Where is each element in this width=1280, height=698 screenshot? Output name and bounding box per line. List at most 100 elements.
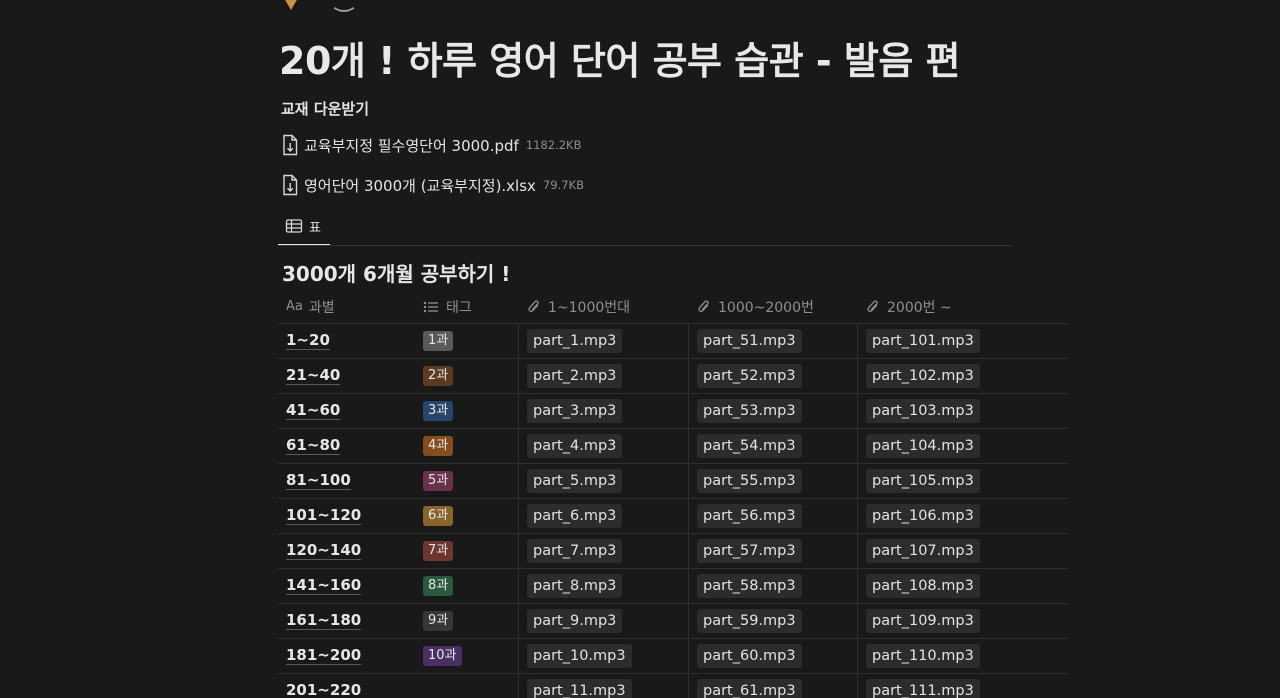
table-row[interactable]: 21~40 2과 part_2.mp3 part_52.mp3 part_102.mp3 [278, 359, 1067, 394]
audio-file-chip[interactable]: part_4.mp3 [527, 434, 623, 458]
audio-file-chip[interactable]: part_56.mp3 [697, 504, 802, 528]
audio-file-chip[interactable]: part_109.mp3 [866, 609, 980, 633]
audio-file-chip[interactable]: part_9.mp3 [527, 609, 623, 633]
cell-file[interactable]: part_58.mp3 [689, 569, 858, 603]
audio-file-chip[interactable]: part_101.mp3 [866, 329, 980, 353]
cell-file[interactable]: part_55.mp3 [689, 464, 858, 498]
lesson-range[interactable]: 181~200 [286, 647, 362, 665]
table-row[interactable]: 161~180 9과 part_9.mp3 part_59.mp3 part_109.m… [278, 604, 1067, 639]
tab-table-view[interactable]: 표 [278, 213, 330, 246]
cell-file[interactable]: part_56.mp3 [689, 499, 858, 533]
lesson-range[interactable]: 21~40 [286, 367, 341, 385]
cell-tag[interactable]: 2과 [415, 359, 519, 393]
audio-file-chip[interactable]: part_103.mp3 [866, 399, 980, 423]
cell-file[interactable]: part_102.mp3 [858, 359, 1067, 393]
cell-tag[interactable]: 1과 [415, 324, 519, 358]
table-row[interactable]: 141~160 8과 part_8.mp3 part_58.mp3 part_108.m… [278, 569, 1067, 604]
cell-file[interactable]: part_104.mp3 [858, 429, 1067, 463]
cell-file[interactable]: part_52.mp3 [689, 359, 858, 393]
file-name[interactable]: 교육부지정 필수영단어 3000.pdf [304, 135, 519, 156]
page-emoji-icon[interactable] [282, 0, 300, 12]
cell-tag[interactable]: 7과 [415, 534, 519, 568]
audio-file-chip[interactable]: part_51.mp3 [697, 329, 802, 353]
cell-lesson[interactable]: 81~100 [278, 464, 415, 498]
lesson-range[interactable]: 81~100 [286, 472, 351, 490]
audio-file-chip[interactable]: part_1.mp3 [527, 329, 623, 353]
cell-file[interactable]: part_7.mp3 [519, 534, 689, 568]
cell-tag[interactable]: 9과 [415, 604, 519, 638]
audio-file-chip[interactable]: part_6.mp3 [527, 504, 623, 528]
cell-file[interactable]: part_53.mp3 [689, 394, 858, 428]
lesson-range[interactable]: 141~160 [286, 577, 362, 595]
cell-tag[interactable]: 8과 [415, 569, 519, 603]
table-row[interactable]: 1~20 1과 part_1.mp3 part_51.mp3 part_101.mp3 [278, 324, 1067, 359]
cell-file[interactable]: part_54.mp3 [689, 429, 858, 463]
cell-file[interactable]: part_59.mp3 [689, 604, 858, 638]
cell-file[interactable]: part_11.mp3 [519, 674, 689, 698]
cell-file[interactable]: part_110.mp3 [858, 639, 1067, 673]
cell-lesson[interactable]: 1~20 [278, 324, 415, 358]
audio-file-chip[interactable]: part_7.mp3 [527, 539, 623, 563]
column-header-tag[interactable]: 태그 [415, 290, 519, 323]
cell-file[interactable]: part_105.mp3 [858, 464, 1067, 498]
table-row[interactable]: 41~60 3과 part_3.mp3 part_53.mp3 part_103.mp3 [278, 394, 1067, 429]
cell-lesson[interactable]: 120~140 [278, 534, 415, 568]
cell-lesson[interactable]: 21~40 [278, 359, 415, 393]
cell-file[interactable]: part_101.mp3 [858, 324, 1067, 358]
audio-file-chip[interactable]: part_58.mp3 [697, 574, 802, 598]
cell-file[interactable]: part_106.mp3 [858, 499, 1067, 533]
audio-file-chip[interactable]: part_55.mp3 [697, 469, 802, 493]
cell-file[interactable]: part_10.mp3 [519, 639, 689, 673]
cell-lesson[interactable]: 101~120 [278, 499, 415, 533]
cell-tag[interactable]: 5과 [415, 464, 519, 498]
cell-file[interactable]: part_61.mp3 [689, 674, 858, 698]
lesson-range[interactable]: 161~180 [286, 612, 362, 630]
lesson-range[interactable]: 41~60 [286, 402, 341, 420]
audio-file-chip[interactable]: part_61.mp3 [697, 679, 802, 698]
cell-lesson[interactable]: 141~160 [278, 569, 415, 603]
audio-file-chip[interactable]: part_111.mp3 [866, 679, 980, 698]
audio-file-chip[interactable]: part_10.mp3 [527, 644, 632, 668]
cell-file[interactable]: part_108.mp3 [858, 569, 1067, 603]
audio-file-chip[interactable]: part_8.mp3 [527, 574, 623, 598]
database-title[interactable]: 3000개 6개월 공부하기 ! [282, 258, 510, 287]
page-title[interactable]: 20개 ! 하루 영어 단어 공부 습관 - 발음 편 [279, 30, 961, 85]
cell-file[interactable]: part_107.mp3 [858, 534, 1067, 568]
table-row[interactable]: 201~220 part_11.mp3 part_61.mp3 part_111.mp… [278, 674, 1067, 698]
file-name[interactable]: 영어단어 3000개 (교육부지정).xlsx [304, 175, 536, 196]
audio-file-chip[interactable]: part_53.mp3 [697, 399, 802, 423]
column-header-files-1[interactable]: 1~1000번대 [519, 290, 689, 323]
audio-file-chip[interactable]: part_108.mp3 [866, 574, 980, 598]
cell-lesson[interactable]: 201~220 [278, 674, 415, 698]
audio-file-chip[interactable]: part_107.mp3 [866, 539, 980, 563]
cell-tag[interactable]: 3과 [415, 394, 519, 428]
audio-file-chip[interactable]: part_105.mp3 [866, 469, 980, 493]
table-row[interactable]: 181~200 10과 part_10.mp3 part_60.mp3 part_110… [278, 639, 1067, 674]
file-attachment-xlsx[interactable]: 영어단어 3000개 (교육부지정).xlsx 79.7KB [281, 173, 584, 197]
cell-file[interactable]: part_111.mp3 [858, 674, 1067, 698]
audio-file-chip[interactable]: part_106.mp3 [866, 504, 980, 528]
cell-file[interactable]: part_4.mp3 [519, 429, 689, 463]
page-avatar-icon[interactable] [330, 0, 358, 12]
cell-tag[interactable]: 6과 [415, 499, 519, 533]
audio-file-chip[interactable]: part_60.mp3 [697, 644, 802, 668]
cell-file[interactable]: part_2.mp3 [519, 359, 689, 393]
cell-file[interactable]: part_3.mp3 [519, 394, 689, 428]
cell-lesson[interactable]: 181~200 [278, 639, 415, 673]
lesson-range[interactable]: 120~140 [286, 542, 362, 560]
audio-file-chip[interactable]: part_52.mp3 [697, 364, 802, 388]
audio-file-chip[interactable]: part_57.mp3 [697, 539, 802, 563]
cell-file[interactable]: part_60.mp3 [689, 639, 858, 673]
audio-file-chip[interactable]: part_104.mp3 [866, 434, 980, 458]
cell-lesson[interactable]: 161~180 [278, 604, 415, 638]
column-header-lesson[interactable]: Aa 과별 [278, 290, 415, 323]
cell-lesson[interactable]: 41~60 [278, 394, 415, 428]
cell-lesson[interactable]: 61~80 [278, 429, 415, 463]
lesson-range[interactable]: 1~20 [286, 332, 330, 350]
table-row[interactable]: 101~120 6과 part_6.mp3 part_56.mp3 part_106.m… [278, 499, 1067, 534]
file-attachment-pdf[interactable]: 교육부지정 필수영단어 3000.pdf 1182.2KB [281, 133, 581, 157]
cell-file[interactable]: part_8.mp3 [519, 569, 689, 603]
column-header-files-2[interactable]: 1000~2000번 [689, 290, 858, 323]
cell-file[interactable]: part_6.mp3 [519, 499, 689, 533]
audio-file-chip[interactable]: part_54.mp3 [697, 434, 802, 458]
